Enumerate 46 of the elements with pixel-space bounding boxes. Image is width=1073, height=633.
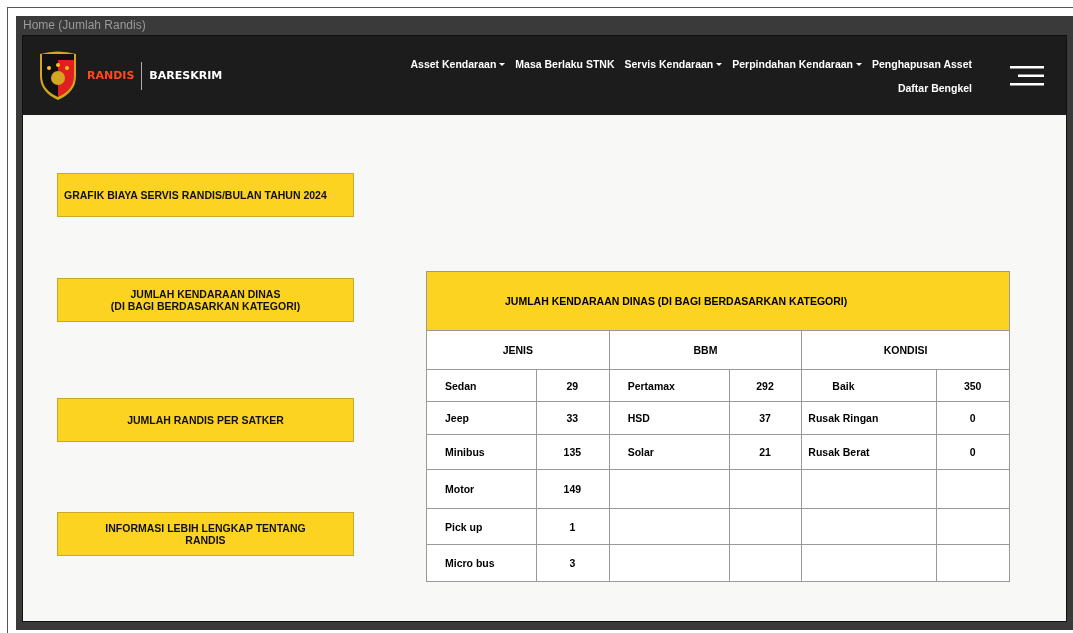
- table-cell: Rusak Ringan: [801, 401, 937, 435]
- nav-link[interactable]: Masa Berlaku STNK: [515, 57, 615, 70]
- table-cell: Minibus: [426, 434, 537, 470]
- nav-link[interactable]: Asset Kendaraan: [410, 57, 506, 70]
- table-cell: Micro bus: [426, 544, 537, 582]
- unit-name: BARESKRIM: [149, 69, 223, 82]
- table-cell: Solar: [609, 434, 730, 470]
- menu-button[interactable]: GRAFIK BIAYA SERVIS RANDIS/BULAN TAHUN 2024: [57, 173, 354, 217]
- column-header: BBM: [609, 330, 802, 370]
- nav-link[interactable]: Perpindahan Kendaraan: [732, 57, 862, 70]
- caret-icon: [499, 61, 506, 66]
- table-cell: Jeep: [426, 401, 537, 435]
- table-cell: 29: [536, 369, 610, 402]
- caret-icon: [856, 61, 862, 66]
- table-cell: 0: [936, 434, 1010, 470]
- column-header: KONDISI: [801, 330, 1010, 370]
- table-cell: Rusak Berat: [801, 434, 937, 470]
- table-cell: Motor: [426, 469, 537, 509]
- table-cell: 37: [729, 401, 802, 435]
- table-cell: 135: [536, 434, 610, 470]
- nav-link[interactable]: Penghapusan Asset: [872, 57, 972, 70]
- shield-logo: [37, 49, 79, 102]
- table-cell: HSD: [609, 401, 730, 435]
- menu-button[interactable]: JUMLAH RANDIS PER SATKER: [57, 398, 354, 442]
- brand-name: RANDIS: [87, 69, 135, 82]
- column-header: JENIS: [426, 330, 610, 370]
- table-cell: 350: [936, 369, 1010, 402]
- table-cell: Pick up: [426, 508, 537, 545]
- table-cell: Baik: [801, 369, 937, 402]
- menu-button[interactable]: JUMLAH KENDARAAN DINAS (DI BAGI BERDASARKAN KATEGORI): [57, 278, 354, 322]
- caret-icon: [716, 61, 723, 66]
- table-cell: 21: [729, 434, 802, 470]
- window-title: Home (Jumlah Randis): [22, 17, 147, 34]
- table-cell: 0: [936, 401, 1010, 435]
- table-cell: 292: [729, 369, 802, 402]
- table-cell: 1: [536, 508, 610, 545]
- table-cell: 33: [536, 401, 610, 435]
- table-cell: 149: [536, 469, 610, 509]
- table-cell: Pertamax: [609, 369, 730, 402]
- menu-icon[interactable]: [1010, 65, 1046, 86]
- table-cell: Sedan: [426, 369, 537, 402]
- nav-link[interactable]: Servis Kendaraan: [624, 57, 723, 70]
- menu-button[interactable]: INFORMASI LEBIH LENGKAP TENTANG RANDIS: [57, 512, 354, 556]
- table-title: JUMLAH KENDARAAN DINAS (DI BAGI BERDASARKAN KATEGORI): [426, 271, 1010, 331]
- table-cell: 3: [536, 544, 610, 582]
- nav-link[interactable]: Daftar Bengkel: [897, 81, 972, 94]
